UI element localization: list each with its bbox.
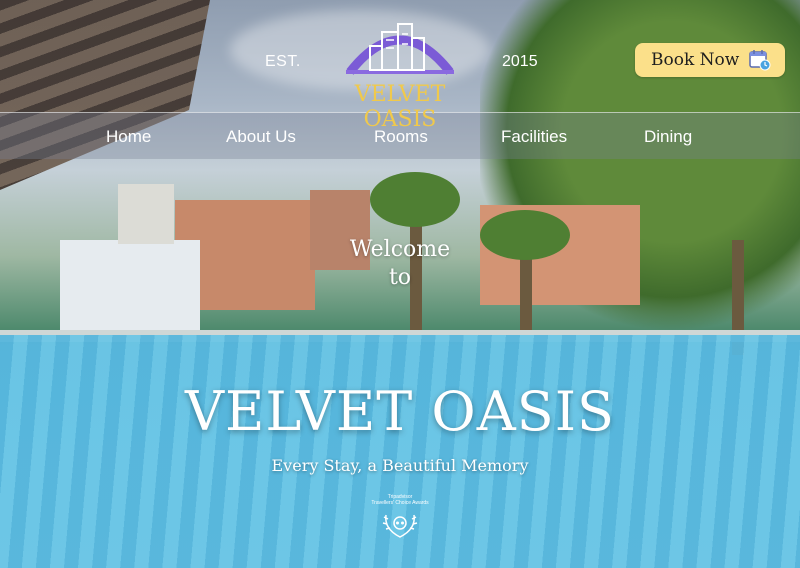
nav-about-us[interactable]: About Us [226, 127, 296, 147]
est-label: EST. [265, 53, 301, 70]
nav-rooms[interactable]: Rooms [374, 127, 428, 147]
calendar-clock-icon [749, 50, 771, 71]
nav-dining[interactable]: Dining [644, 127, 692, 147]
pavilion [60, 240, 200, 330]
nav-home[interactable]: Home [106, 127, 151, 147]
welcome-heading: Welcome to [300, 236, 500, 292]
book-now-label: Book Now [651, 50, 740, 70]
city-skyline-icon [346, 23, 454, 75]
hero-title: VELVET OASIS [184, 380, 616, 443]
brand-name[interactable]: VELVET OASIS [320, 82, 480, 132]
pavilion-tower [118, 184, 174, 244]
welcome-line: to [388, 265, 412, 290]
nav-facilities[interactable]: Facilities [501, 127, 567, 147]
established-year: 2015 [502, 53, 538, 70]
welcome-line: Welcome [349, 237, 451, 262]
hero-tagline: Every Stay, a Beautiful Memory [271, 456, 529, 475]
pergola [0, 0, 210, 190]
award-text: Tripadvisor Travellers' Choice Awards [370, 494, 430, 506]
book-now-button[interactable]: Book Now [635, 43, 785, 77]
palm-leaves [370, 172, 460, 227]
award-text-line: Travellers' Choice Awards [371, 500, 429, 506]
